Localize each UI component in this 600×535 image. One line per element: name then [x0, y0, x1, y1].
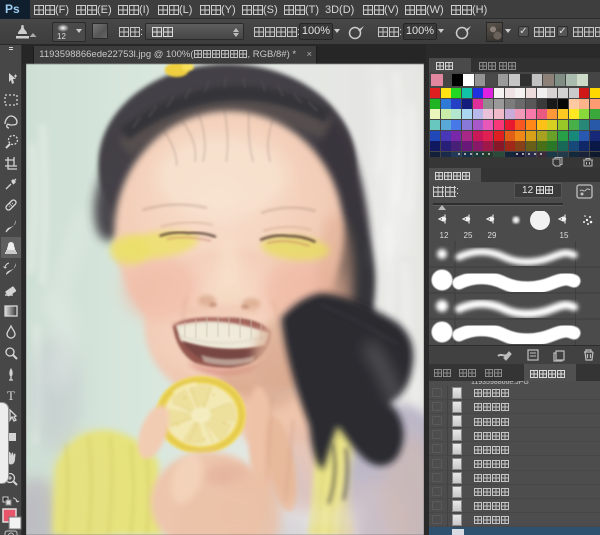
svg-text:T: T [7, 388, 15, 403]
svg-text:29: 29 [488, 231, 497, 240]
svg-text:15: 15 [560, 231, 569, 240]
svg-text:25: 25 [464, 231, 473, 240]
svg-text:12: 12 [440, 231, 449, 240]
